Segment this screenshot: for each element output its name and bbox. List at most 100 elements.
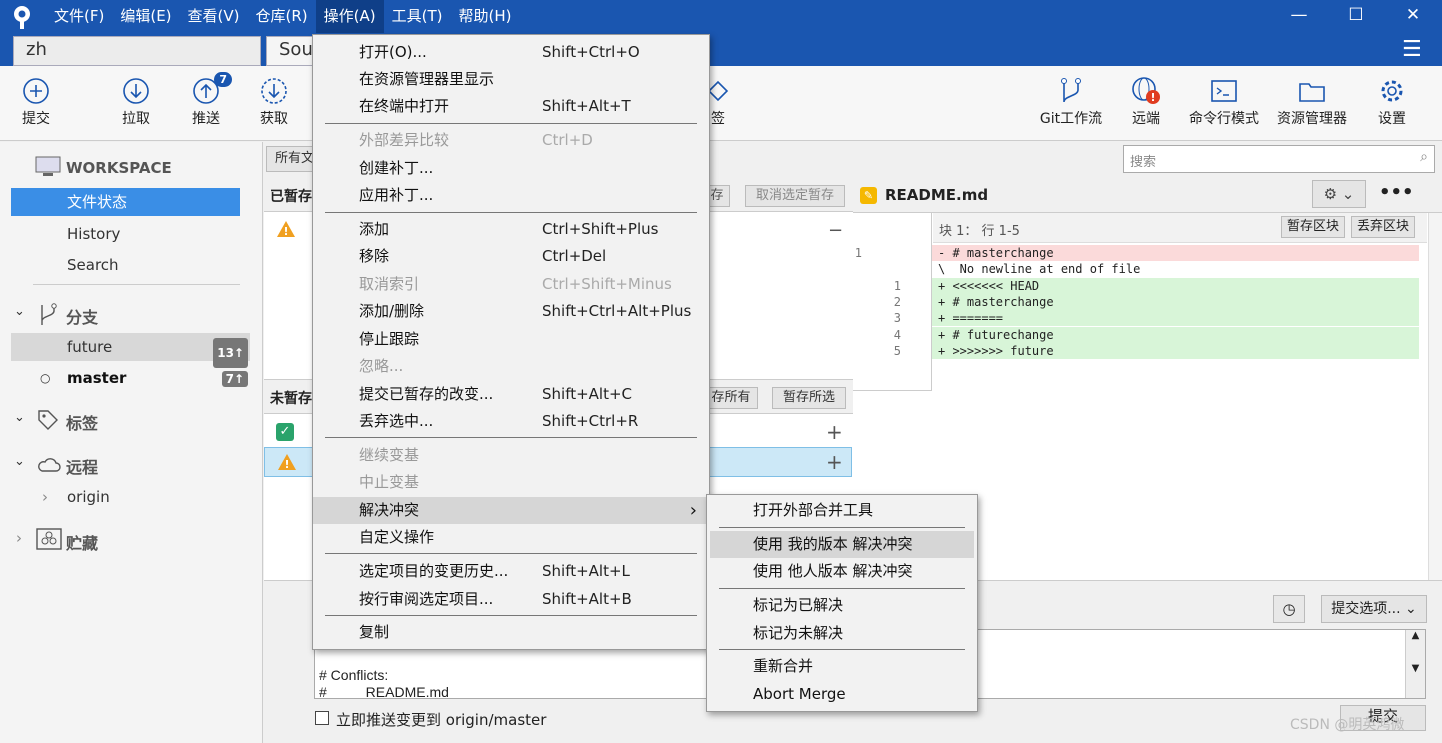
- globe-icon: !: [1132, 77, 1160, 104]
- branch-item-future[interactable]: future 13↑: [11, 333, 250, 368]
- tags-header[interactable]: 标签: [66, 410, 98, 434]
- checkbox-checked-icon[interactable]: ✓: [276, 423, 294, 441]
- menu-item[interactable]: 提交已暂存的改变... Shift+Alt+C: [313, 381, 709, 408]
- sidebar: WORKSPACE 文件状态 History Search ⌄ 分支 futur…: [0, 142, 263, 743]
- hamburger-icon[interactable]: ☰: [1402, 37, 1422, 62]
- commit-button[interactable]: 提交: [8, 66, 64, 141]
- submenu-item[interactable]: 打开外部合并工具: [707, 497, 977, 524]
- chevron-down-icon[interactable]: ⌄: [14, 410, 25, 425]
- menu-item-label: 停止跟踪: [359, 330, 420, 348]
- more-options-icon[interactable]: •••: [1379, 182, 1414, 203]
- commit-options-dropdown[interactable]: 提交选项... ⌄: [1321, 595, 1427, 623]
- fetch-button[interactable]: 获取: [246, 66, 302, 141]
- menu-item-shortcut: Ctrl+Del: [542, 247, 607, 265]
- stash-header[interactable]: 贮藏: [66, 530, 98, 554]
- stage-hunk-button[interactable]: 暂存区块: [1281, 216, 1345, 238]
- menu-item-label: 创建补丁...: [359, 159, 434, 177]
- menu-item[interactable]: 自定义操作: [313, 524, 709, 551]
- discard-hunk-button[interactable]: 丢弃区块: [1351, 216, 1415, 238]
- sidebar-item-history[interactable]: History: [67, 225, 120, 243]
- diff-scrollbar[interactable]: [1428, 213, 1442, 580]
- menu-item-shortcut: Shift+Alt+L: [542, 562, 630, 580]
- menu-item[interactable]: 添加/删除 Shift+Ctrl+Alt+Plus: [313, 298, 709, 325]
- menu-item-label: 取消索引: [359, 275, 420, 293]
- monitor-icon: [35, 156, 61, 176]
- menu-item-shortcut: Ctrl+Shift+Plus: [542, 220, 659, 238]
- diff-filename: README.md: [885, 186, 989, 204]
- gitflow-button[interactable]: Git工作流: [1036, 66, 1106, 141]
- remote-button[interactable]: ! 远端: [1120, 66, 1172, 141]
- menu-file[interactable]: 文件(F): [46, 0, 112, 33]
- menu-item[interactable]: 添加 Ctrl+Shift+Plus: [313, 216, 709, 243]
- push-immediately-checkbox[interactable]: [315, 711, 329, 725]
- terminal-icon: [1211, 80, 1237, 102]
- submenu-item[interactable]: 重新合并: [707, 653, 977, 680]
- pull-button[interactable]: 拉取: [108, 66, 164, 141]
- toolbar: 提交 拉取 推送 7 获取 签 Git工作流 ! 远端 命令行模式 资源管理器 …: [0, 66, 1442, 141]
- menu-view[interactable]: 查看(V): [180, 0, 248, 33]
- chevron-right-icon[interactable]: ›: [42, 488, 48, 506]
- repo-tab-zh[interactable]: zh: [13, 36, 261, 66]
- close-button[interactable]: ✕: [1384, 0, 1442, 33]
- menu-help[interactable]: 帮助(H): [450, 0, 519, 33]
- search-input[interactable]: 搜索 ⌕: [1123, 145, 1435, 173]
- menu-item[interactable]: 继续变基: [313, 442, 709, 469]
- menu-tools[interactable]: 工具(T): [384, 0, 451, 33]
- settings-button[interactable]: 设置: [1364, 66, 1420, 141]
- chevron-down-icon[interactable]: ⌄: [14, 454, 25, 469]
- menu-action[interactable]: 操作(A): [315, 0, 384, 33]
- minimize-button[interactable]: —: [1270, 0, 1328, 33]
- submenu-item[interactable]: 使用 他人版本 解决冲突: [707, 558, 977, 585]
- menu-item[interactable]: 在资源管理器里显示: [313, 66, 709, 93]
- menu-item[interactable]: 中止变基: [313, 469, 709, 496]
- menu-item-label: 应用补丁...: [359, 186, 434, 204]
- branches-header[interactable]: 分支: [66, 304, 98, 328]
- menu-repo[interactable]: 仓库(R): [248, 0, 316, 33]
- terminal-button[interactable]: 命令行模式: [1184, 66, 1264, 141]
- clock-icon[interactable]: ◷: [1273, 595, 1305, 623]
- submenu-item[interactable]: 标记为已解决: [707, 592, 977, 619]
- menu-item[interactable]: 打开(O)... Shift+Ctrl+O: [313, 39, 709, 66]
- diff-options-gear-icon[interactable]: ⚙ ⌄: [1312, 180, 1366, 208]
- menu-item[interactable]: 创建补丁...: [313, 155, 709, 182]
- push-button[interactable]: 推送 7: [178, 66, 234, 141]
- menu-item[interactable]: 应用补丁...: [313, 182, 709, 209]
- menu-item[interactable]: 停止跟踪: [313, 326, 709, 353]
- stage-file-icon[interactable]: +: [826, 420, 843, 444]
- menu-item[interactable]: 在终端中打开 Shift+Alt+T: [313, 93, 709, 120]
- branch-item-master[interactable]: master 7↑: [67, 369, 250, 387]
- menu-item-label: 选定项目的变更历史...: [359, 562, 509, 580]
- menu-item[interactable]: 丢弃选中... Shift+Ctrl+R: [313, 408, 709, 435]
- chevron-right-icon[interactable]: ›: [16, 529, 22, 547]
- submenu-item[interactable]: 标记为未解决: [707, 620, 977, 647]
- remotes-header[interactable]: 远程: [66, 454, 98, 478]
- sidebar-item-file-status[interactable]: 文件状态: [11, 188, 240, 216]
- branch-icon: [41, 303, 57, 325]
- menu-item[interactable]: 忽略...: [313, 353, 709, 380]
- menu-item[interactable]: 按行审阅选定项目... Shift+Alt+B: [313, 586, 709, 613]
- chevron-down-icon[interactable]: ⌄: [14, 304, 25, 319]
- explorer-button[interactable]: 资源管理器: [1272, 66, 1352, 141]
- menu-edit[interactable]: 编辑(E): [112, 0, 179, 33]
- menu-item[interactable]: 复制: [313, 619, 709, 646]
- scrollbar[interactable]: ▲ ▼: [1405, 630, 1425, 698]
- submenu-item[interactable]: Abort Merge: [707, 681, 977, 708]
- maximize-button[interactable]: ☐: [1327, 0, 1385, 33]
- stage-all-button[interactable]: 存所有: [704, 387, 758, 409]
- stage-selected-button[interactable]: 暂存所选: [772, 387, 846, 409]
- menu-item[interactable]: 取消索引 Ctrl+Shift+Minus: [313, 271, 709, 298]
- unstage-selected-button[interactable]: 取消选定暂存: [745, 185, 845, 207]
- unstage-file-icon[interactable]: −: [828, 220, 843, 241]
- menu-item[interactable]: 移除 Ctrl+Del: [313, 243, 709, 270]
- menu-separator: [325, 437, 697, 438]
- menu-separator: [325, 615, 697, 616]
- sidebar-item-search[interactable]: Search: [67, 256, 119, 274]
- stage-file-icon[interactable]: +: [826, 450, 843, 474]
- svg-text:!: !: [283, 225, 288, 238]
- menu-item[interactable]: 解决冲突 ›: [313, 497, 709, 524]
- menu-item[interactable]: 选定项目的变更历史... Shift+Alt+L: [313, 558, 709, 585]
- remote-item-origin[interactable]: origin: [67, 488, 110, 506]
- menu-separator: [325, 123, 697, 124]
- menu-item[interactable]: 外部差异比较 Ctrl+D: [313, 127, 709, 154]
- submenu-item[interactable]: 使用 我的版本 解决冲突: [710, 531, 974, 558]
